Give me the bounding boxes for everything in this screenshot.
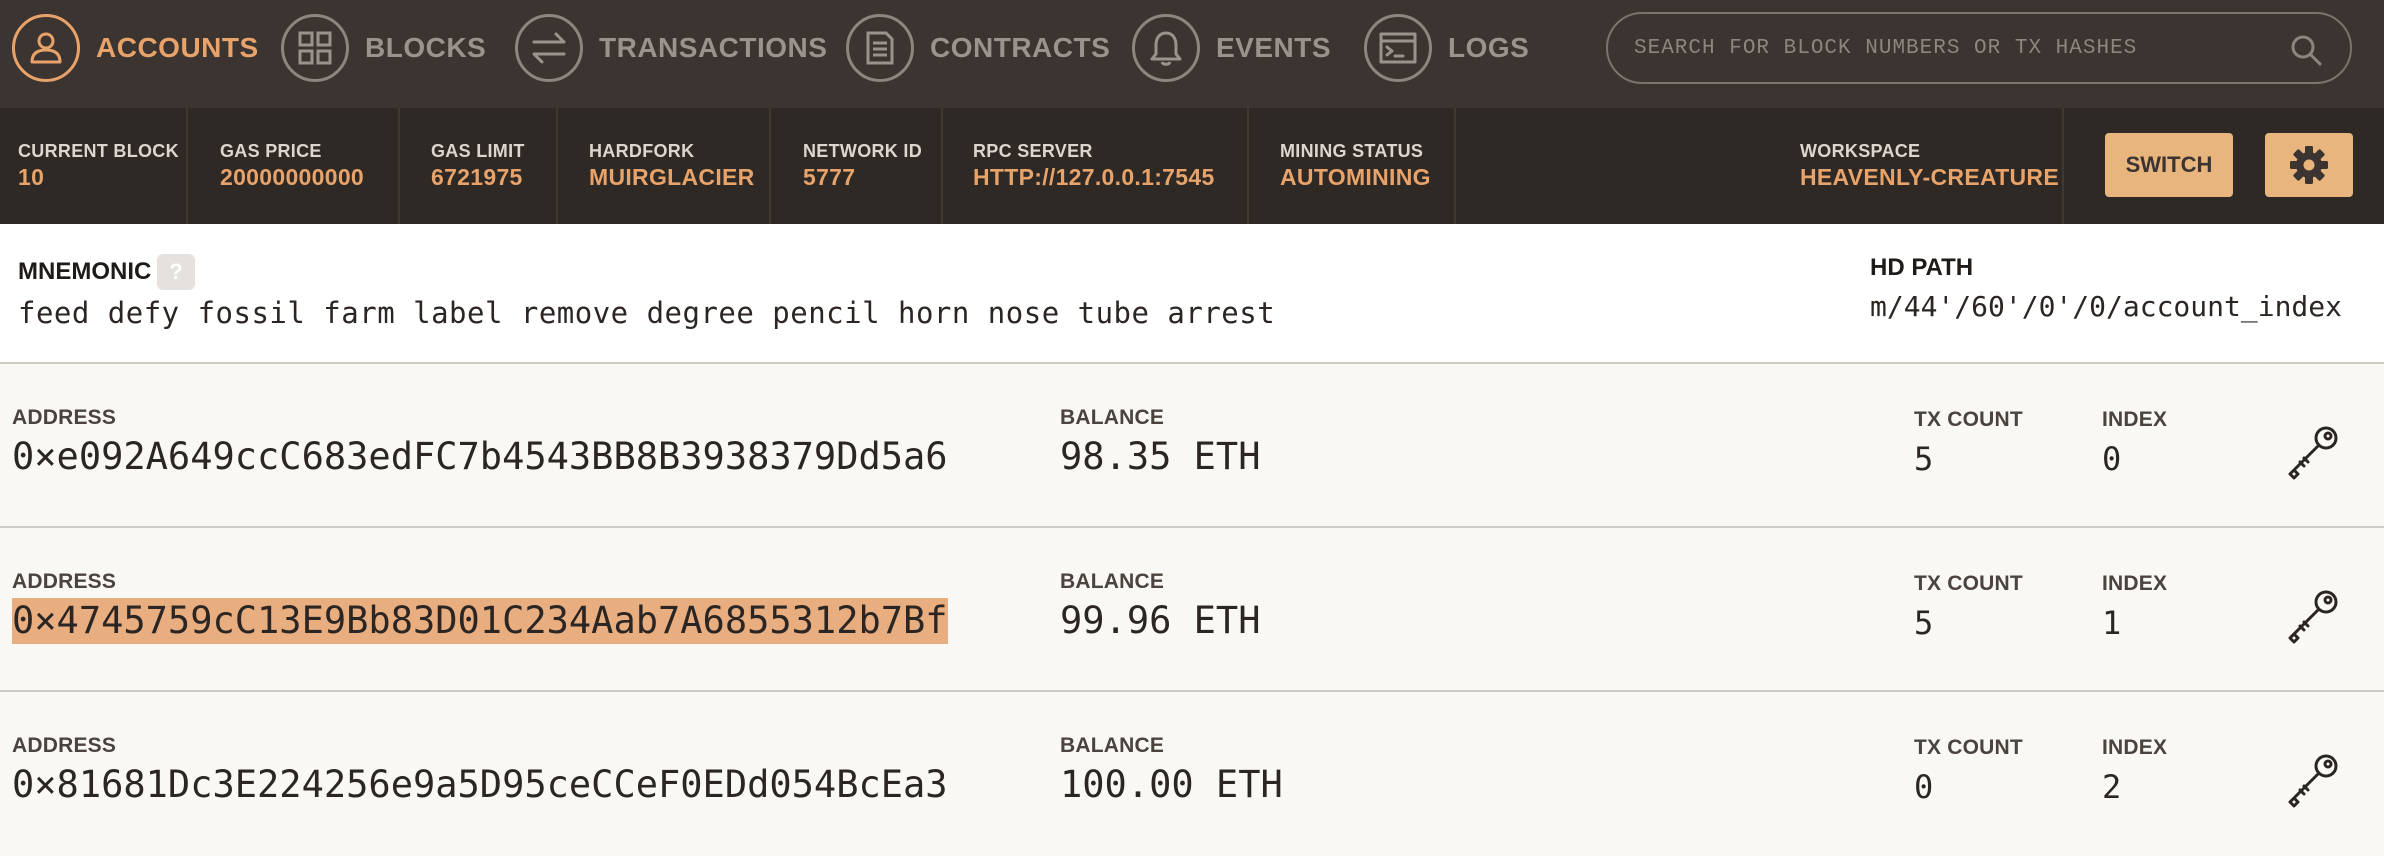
- tx-count-label: TX COUNT: [1914, 736, 2023, 759]
- help-icon[interactable]: ?: [157, 254, 195, 290]
- terminal-icon: [1364, 14, 1432, 82]
- index-value: 0: [2102, 440, 2122, 478]
- network-id-value: 5777: [803, 164, 856, 190]
- account-balance: 99.96 ETH: [1060, 599, 1261, 642]
- nav-accounts[interactable]: ACCOUNTS: [12, 12, 259, 84]
- rpc-server-label: RPC SERVER: [973, 141, 1093, 161]
- search-icon[interactable]: [2290, 34, 2322, 66]
- search-box[interactable]: [1606, 12, 2352, 84]
- hd-path-value: m/44'/60'/0'/0/account_index: [1870, 290, 2343, 323]
- nav-events-label: EVENTS: [1216, 32, 1332, 63]
- hardfork-value: MUIRGLACIER: [589, 164, 755, 190]
- gas-limit-label: GAS LIMIT: [431, 141, 525, 161]
- stat-workspace: WORKSPACE HEAVENLY-CREATURE: [1782, 108, 2064, 224]
- tx-count-value: 5: [1914, 440, 1934, 478]
- key-icon[interactable]: [2284, 422, 2344, 482]
- account-address[interactable]: 0×81681Dc3E224256e9a5D95ceCCeF0EDd054BcE…: [12, 762, 948, 808]
- gas-price-label: GAS PRICE: [220, 141, 322, 161]
- mining-status-label: MINING STATUS: [1280, 141, 1424, 161]
- status-bar: CURRENT BLOCK 10 GAS PRICE 20000000000 G…: [0, 108, 2384, 224]
- nav-contracts[interactable]: CONTRACTS: [846, 12, 1110, 84]
- nav-transactions[interactable]: TRANSACTIONS: [515, 12, 827, 84]
- account-balance: 100.00 ETH: [1060, 763, 1283, 806]
- nav-logs[interactable]: LOGS: [1364, 12, 1529, 84]
- nav-blocks[interactable]: BLOCKS: [281, 12, 486, 84]
- search-input[interactable]: [1632, 35, 2276, 61]
- nav-transactions-label: TRANSACTIONS: [599, 32, 828, 63]
- stat-gas-price: GAS PRICE 20000000000: [202, 108, 400, 224]
- balance-label: BALANCE: [1060, 406, 1165, 429]
- top-navigation: ACCOUNTS BLOCKS TRANSACTIONS CONTRACTS E…: [0, 0, 2384, 108]
- nav-logs-label: LOGS: [1448, 32, 1530, 63]
- mnemonic-panel: MNEMONIC ? feed defy fossil farm label r…: [0, 224, 2384, 364]
- user-icon: [12, 14, 80, 82]
- workspace-value: HEAVENLY-CREATURE: [1800, 164, 2059, 190]
- key-icon[interactable]: [2284, 586, 2344, 646]
- mining-status-value: AUTOMINING: [1280, 164, 1431, 190]
- stat-hardfork: HARDFORK MUIRGLACIER: [571, 108, 771, 224]
- network-id-label: NETWORK ID: [803, 141, 922, 161]
- index-label: INDEX: [2102, 736, 2168, 759]
- switch-workspace-button[interactable]: SWITCH: [2105, 133, 2233, 197]
- tx-count-value: 0: [1914, 768, 1934, 806]
- nav-contracts-label: CONTRACTS: [930, 32, 1111, 63]
- stat-network-id: NETWORK ID 5777: [785, 108, 943, 224]
- gas-limit-value: 6721975: [431, 164, 523, 190]
- account-address-selected[interactable]: 0×4745759cC13E9Bb83D01C234Aab7A6855312b7…: [12, 598, 948, 644]
- index-label: INDEX: [2102, 572, 2168, 595]
- nav-blocks-label: BLOCKS: [365, 32, 487, 63]
- account-row: ADDRESS 0×81681Dc3E224256e9a5D95ceCCeF0E…: [0, 692, 2384, 856]
- stat-rpc-server: RPC SERVER HTTP://127.0.0.1:7545: [955, 108, 1249, 224]
- gas-price-value: 20000000000: [220, 164, 365, 190]
- hd-path-title: HD PATH: [1870, 254, 1974, 281]
- account-address[interactable]: 0×e092A649ccC683edFC7b4543BB8B3938379Dd5…: [12, 434, 948, 480]
- address-label: ADDRESS: [12, 406, 117, 429]
- balance-label: BALANCE: [1060, 734, 1165, 757]
- address-label: ADDRESS: [12, 734, 117, 757]
- settings-button[interactable]: [2265, 133, 2353, 197]
- gear-icon: [2290, 146, 2328, 184]
- key-icon[interactable]: [2284, 750, 2344, 810]
- tx-count-value: 5: [1914, 604, 1934, 642]
- mnemonic-title: MNEMONIC: [18, 258, 152, 285]
- rpc-server-value: HTTP://127.0.0.1:7545: [973, 164, 1215, 190]
- account-row: ADDRESS 0×e092A649ccC683edFC7b4543BB8B39…: [0, 364, 2384, 528]
- tx-count-label: TX COUNT: [1914, 408, 2023, 431]
- index-value: 2: [2102, 768, 2122, 806]
- nav-accounts-label: ACCOUNTS: [96, 32, 259, 63]
- nav-events[interactable]: EVENTS: [1132, 12, 1331, 84]
- stat-mining-status: MINING STATUS AUTOMINING: [1262, 108, 1456, 224]
- grid-icon: [281, 14, 349, 82]
- index-value: 1: [2102, 604, 2122, 642]
- index-label: INDEX: [2102, 408, 2168, 431]
- bell-icon: [1132, 14, 1200, 82]
- current-block-label: CURRENT BLOCK: [18, 141, 179, 161]
- current-block-value: 10: [18, 164, 45, 190]
- swap-arrows-icon: [515, 14, 583, 82]
- hardfork-label: HARDFORK: [589, 141, 695, 161]
- account-balance: 98.35 ETH: [1060, 435, 1261, 478]
- stat-current-block: CURRENT BLOCK 10: [0, 108, 188, 224]
- tx-count-label: TX COUNT: [1914, 572, 2023, 595]
- document-icon: [846, 14, 914, 82]
- mnemonic-words: feed defy fossil farm label remove degre…: [18, 296, 1276, 330]
- address-label: ADDRESS: [12, 570, 117, 593]
- account-row: ADDRESS 0×4745759cC13E9Bb83D01C234Aab7A6…: [0, 528, 2384, 692]
- balance-label: BALANCE: [1060, 570, 1165, 593]
- stat-gas-limit: GAS LIMIT 6721975: [413, 108, 558, 224]
- workspace-label: WORKSPACE: [1800, 141, 1921, 161]
